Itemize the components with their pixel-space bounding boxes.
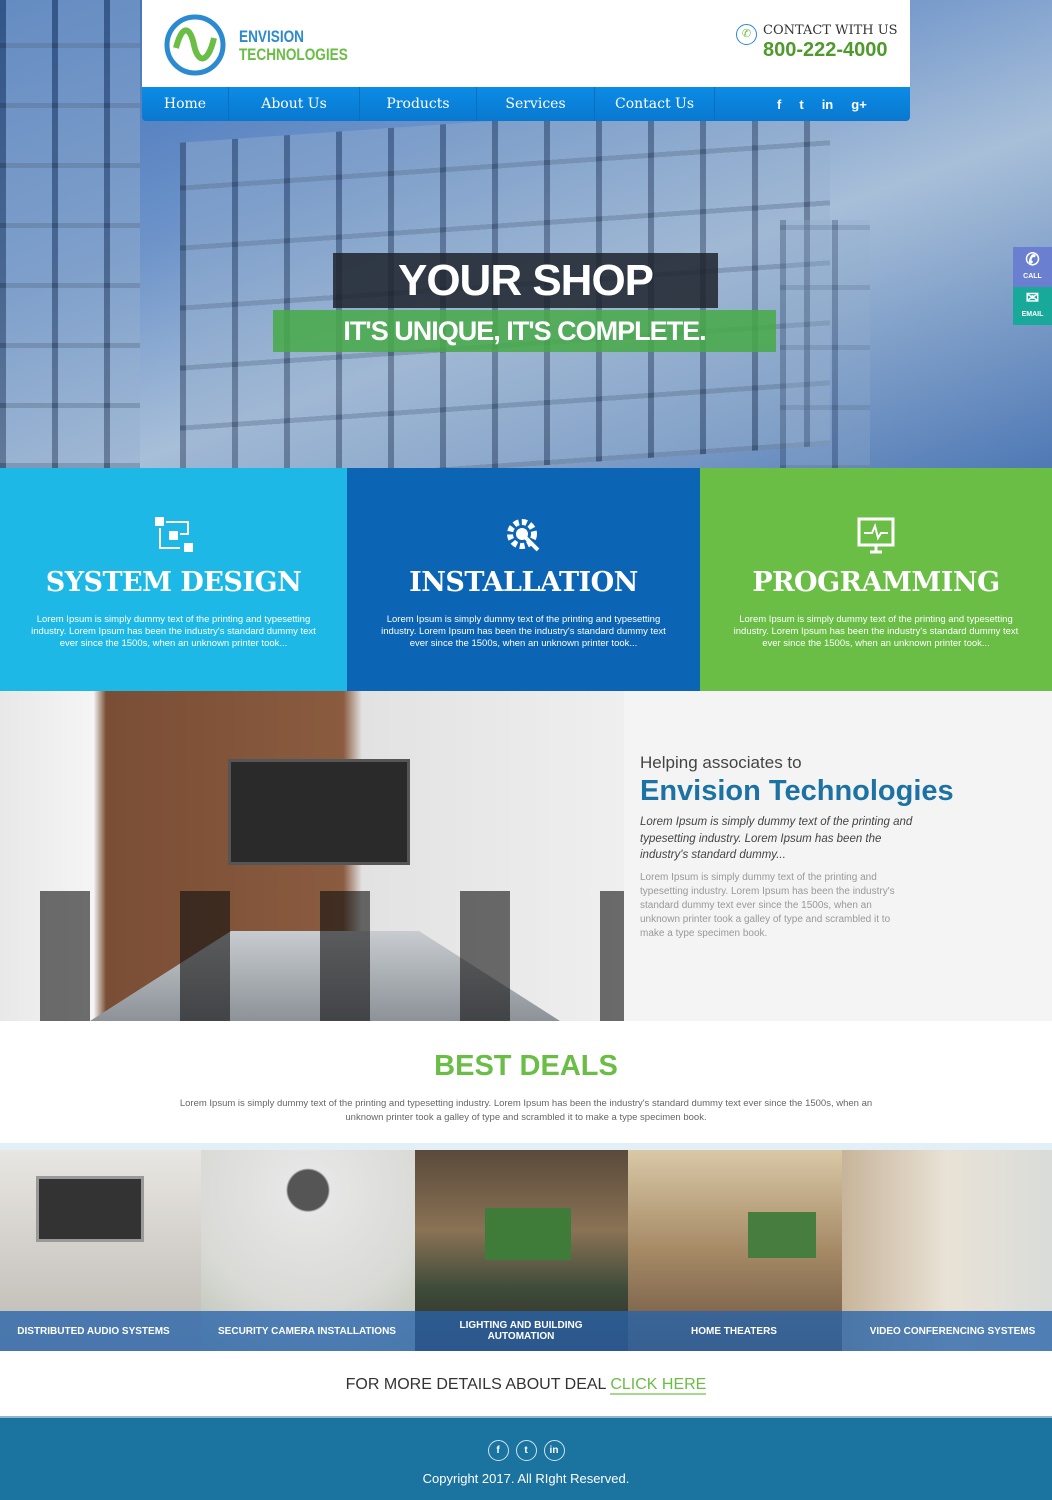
logo-text-bottom: TECHNOLOGIES	[239, 45, 348, 64]
cta-text: FOR MORE DETAILS ABOUT DEAL	[345, 1376, 606, 1393]
deal-caption[interactable]: DISTRIBUTED AUDIO SYSTEMS	[0, 1326, 187, 1337]
email-label: EMAIL	[1021, 311, 1044, 318]
about-section: Helping associates to Envision Technolog…	[624, 691, 1052, 1021]
footer: f t in Copyright 2017. All RIght Reserve…	[0, 1416, 1052, 1500]
flow-diagram-icon	[154, 517, 193, 552]
cta-link[interactable]: CLICK HERE	[610, 1376, 707, 1395]
twitter-icon[interactable]: t	[515, 1440, 537, 1461]
gear-wrench-icon	[506, 519, 539, 552]
call-button[interactable]: ✆ CALL	[1013, 247, 1052, 287]
about-kicker: Helping associates to	[640, 753, 802, 772]
service-text: Lorem Ipsum is simply dummy text of the …	[381, 614, 666, 649]
deal-caption[interactable]: VIDEO CONFERENCING SYSTEMS	[853, 1326, 1052, 1337]
service-title: INSTALLATION	[409, 567, 638, 598]
hero-title: YOUR SHOP	[333, 253, 718, 308]
conference-room-image	[0, 691, 624, 1021]
phone-icon: ✆	[736, 24, 757, 45]
service-text: Lorem Ipsum is simply dummy text of the …	[31, 614, 316, 649]
nav-contact-us[interactable]: Contact Us	[595, 87, 715, 121]
nav-services[interactable]: Services	[477, 87, 595, 121]
linkedin-icon[interactable]: in	[543, 1440, 565, 1461]
copyright: Copyright 2017. All RIght Reserved.	[422, 1471, 630, 1486]
service-system-design: SYSTEM DESIGN Lorem Ipsum is simply dumm…	[0, 468, 347, 691]
deals-captions: DISTRIBUTED AUDIO SYSTEMS SECURITY CAMER…	[0, 1311, 1052, 1351]
deal-caption[interactable]: HOME THEATERS	[615, 1326, 853, 1337]
call-label: CALL	[1023, 273, 1042, 280]
cta: FOR MORE DETAILS ABOUT DEAL CLICK HERE	[0, 1376, 1052, 1395]
service-installation: INSTALLATION Lorem Ipsum is simply dummy…	[347, 468, 700, 691]
contact-label: CONTACT WITH US	[763, 23, 898, 38]
nav-home[interactable]: Home	[142, 87, 229, 121]
about-intro: Lorem Ipsum is simply dummy text of the …	[640, 816, 913, 861]
monitor-pulse-icon	[857, 517, 895, 554]
hero-subtitle: IT'S UNIQUE, IT'S COMPLETE.	[273, 310, 776, 352]
service-title: SYSTEM DESIGN	[45, 567, 302, 598]
deals-title: BEST DEALS	[434, 1050, 618, 1082]
deal-caption[interactable]: SECURITY CAMERA INSTALLATIONS	[187, 1326, 427, 1337]
service-title: PROGRAMMING	[752, 567, 1000, 598]
email-button[interactable]: ✉ EMAIL	[1013, 287, 1052, 325]
phone-number[interactable]: 800-222-4000	[763, 39, 888, 62]
phone-icon: ✆	[1025, 250, 1040, 269]
deal-caption[interactable]: LIGHTING AND BUILDING AUTOMATION	[427, 1320, 615, 1342]
google-plus-icon[interactable]: g+	[851, 97, 867, 112]
about-title: Envision Technologies	[640, 775, 954, 807]
nav-about-us[interactable]: About Us	[229, 87, 360, 121]
service-text: Lorem Ipsum is simply dummy text of the …	[733, 614, 1019, 649]
envelope-icon: ✉	[1025, 290, 1040, 307]
about-body: Lorem Ipsum is simply dummy text of the …	[640, 871, 895, 939]
main-nav: Home About Us Products Services Contact …	[142, 87, 910, 121]
facebook-icon[interactable]: f	[487, 1440, 509, 1461]
nav-products[interactable]: Products	[360, 87, 477, 121]
logo-icon	[164, 14, 226, 76]
service-programming: PROGRAMMING Lorem Ipsum is simply dummy …	[700, 468, 1052, 691]
facebook-icon[interactable]: f	[777, 97, 781, 112]
site-header: ENVISION TECHNOLOGIES ✆ CONTACT WITH US …	[142, 0, 910, 87]
linkedin-icon[interactable]: in	[822, 97, 834, 112]
logo-text-top: ENVISION	[239, 27, 304, 46]
deals-text: Lorem Ipsum is simply dummy text of the …	[179, 1098, 873, 1123]
twitter-icon[interactable]: t	[799, 97, 803, 112]
